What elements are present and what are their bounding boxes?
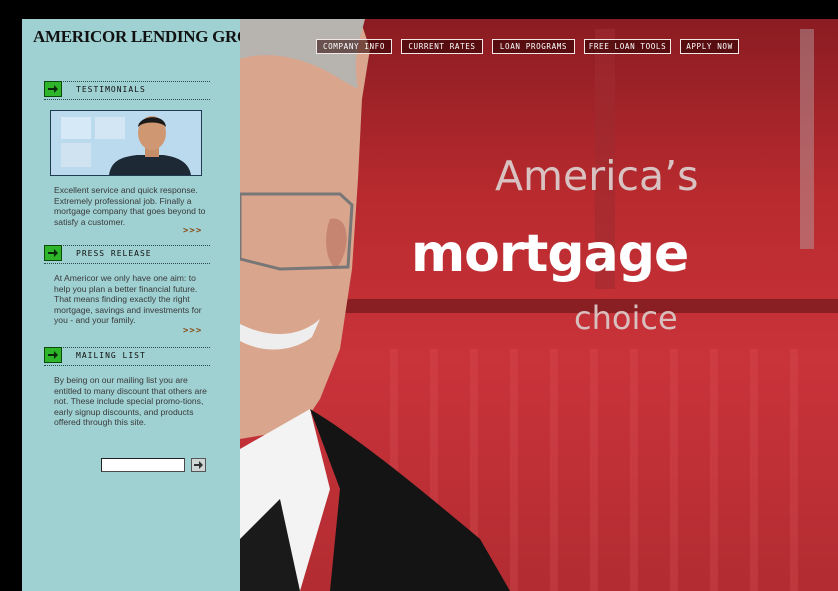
section-title-press: PRESS RELEASE [76, 249, 152, 258]
testimonials-arrow-button[interactable] [44, 81, 62, 97]
email-input[interactable] [101, 458, 185, 472]
testimonial-photo [50, 110, 202, 176]
section-header-press: PRESS RELEASE [44, 245, 210, 263]
hero-tagline-line1: America’s [495, 152, 699, 200]
mailing-submit-button[interactable] [191, 458, 206, 472]
section-header-mailing: MAILING LIST [44, 347, 210, 365]
hero-photo [240, 19, 838, 591]
mailing-arrow-button[interactable] [44, 347, 62, 363]
section-title-testimonials: TESTIMONIALS [76, 85, 146, 94]
nav-free-loan-tools[interactable]: FREE LOAN TOOLS [584, 39, 671, 54]
divider [44, 365, 210, 366]
divider [44, 99, 210, 100]
go-arrow-icon [194, 461, 203, 469]
press-text: At Americor we only have one aim: to hel… [54, 273, 202, 326]
section-header-testimonials: TESTIMONIALS [44, 81, 210, 99]
mailing-text: By being on our mailing list you are ent… [54, 375, 207, 428]
hero-tagline-line2: mortgage [411, 224, 689, 284]
testimonials-more-link[interactable]: >>> [183, 226, 202, 236]
section-title-mailing: MAILING LIST [76, 351, 146, 360]
divider [44, 263, 210, 264]
press-more-link[interactable]: >>> [183, 326, 202, 336]
brand-logo[interactable]: AMERICOR LENDING GROUP [33, 27, 272, 47]
nav-company-info[interactable]: COMPANY INFO [316, 39, 392, 54]
testimonial-text: Excellent service and quick response. Ex… [54, 185, 206, 227]
arrow-right-icon [48, 85, 58, 93]
page: AMERICOR LENDING GROUP TESTIMONIALS Exce… [0, 0, 838, 591]
nav-apply-now[interactable]: APPLY NOW [680, 39, 739, 54]
hero-banner: COMPANY INFO CURRENT RATES LOAN PROGRAMS… [240, 19, 838, 591]
arrow-right-icon [48, 351, 58, 359]
nav-current-rates[interactable]: CURRENT RATES [401, 39, 483, 54]
nav-loan-programs[interactable]: LOAN PROGRAMS [492, 39, 575, 54]
hero-tagline-line3: choice [574, 299, 678, 337]
press-arrow-button[interactable] [44, 245, 62, 261]
sidebar: AMERICOR LENDING GROUP TESTIMONIALS Exce… [22, 19, 272, 591]
arrow-right-icon [48, 249, 58, 257]
